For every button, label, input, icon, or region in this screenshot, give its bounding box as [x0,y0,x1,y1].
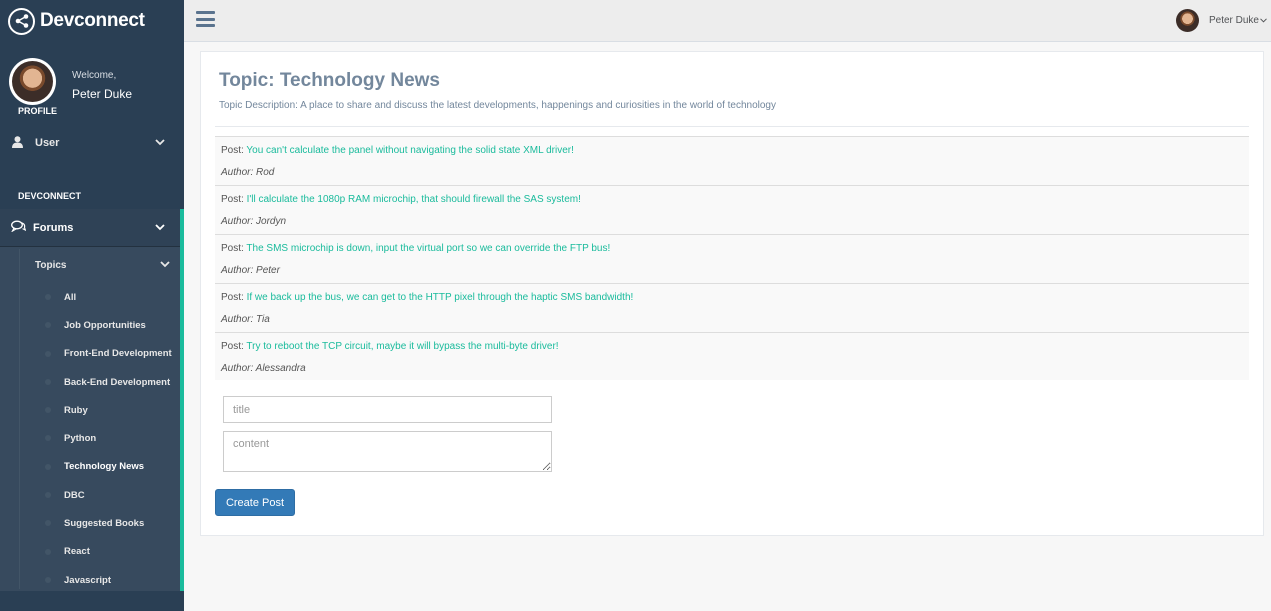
sidebar-item-topic[interactable]: Ruby [0,396,180,424]
bullet-icon [45,492,51,499]
topic-label: Python [64,433,97,445]
topic-list: All Job Opportunities Front-End Developm… [0,283,180,594]
post-link[interactable]: The SMS microchip is down, input the vir… [246,243,610,254]
post-link[interactable]: Try to reboot the TCP circuit, maybe it … [246,341,558,352]
user-name: Peter Duke [1208,15,1259,26]
post-author: Author: Jordyn [221,216,287,227]
bullet-icon [45,548,51,555]
topic-label: Job Opportunities [64,319,146,331]
sidebar-item-topic[interactable]: All [0,283,180,311]
top-nav: Peter Duke [184,0,1271,42]
bullet-icon [45,407,51,414]
bullet-icon [45,322,51,329]
sidebar-item-user[interactable]: User [0,128,184,158]
sidebar-item-forums[interactable]: Forums [0,209,180,247]
topic-label: All [64,291,77,303]
brand-name: Devconnect [40,10,145,31]
create-post-button[interactable]: Create Post [215,489,295,516]
chevron-down-icon [160,260,170,271]
post-item: Post: You can't calculate the panel with… [215,136,1249,185]
post-link[interactable]: I'll calculate the 1080p RAM microchip, … [247,194,581,205]
profile-welcome: Welcome, [72,70,117,81]
forums-menu: Forums Topics All Job Opportunities Fron… [0,209,184,591]
post-prefix: Post: [221,243,244,254]
section-label: DEVCONNECT [18,191,82,201]
bullet-icon [45,294,51,300]
content-input[interactable] [223,431,552,472]
profile-label: PROFILE [18,106,58,116]
sidebar-item-topic[interactable]: Suggested Books [0,509,180,537]
profile-avatar [9,58,56,105]
topic-label: Front-End Development [64,348,172,360]
brand[interactable]: Devconnect [0,0,184,42]
post-author: Author: Alessandra [221,363,306,374]
post-prefix: Post: [221,292,244,303]
post-list: Post: You can't calculate the panel with… [215,136,1249,380]
divider [215,126,1249,127]
sidebar-item-topic[interactable]: React [0,538,180,566]
user-dropdown[interactable]: Peter Duke [1175,9,1267,32]
post-item: Post: I'll calculate the 1080p RAM micro… [215,185,1249,234]
share-alt-icon [8,7,35,35]
chevron-down-icon [155,222,165,234]
topic-label: Suggested Books [64,518,145,530]
post-prefix: Post: [221,194,244,205]
bullet-icon [45,463,51,470]
topic-label: Ruby [64,404,88,416]
post-item: Post: The SMS microchip is down, input t… [215,234,1249,283]
topic-label: React [64,546,90,558]
sidebar-item-label: Forums [33,221,74,234]
sidebar-item-label: User [35,137,60,149]
chevron-down-icon [1260,16,1267,25]
sidebar-item-topic[interactable]: Back-End Development [0,368,180,396]
topic-label: Technology News [64,461,145,473]
sidebar-item-label: Topics [35,259,67,271]
avatar [1175,9,1199,32]
sidebar-item-topic[interactable]: Python [0,424,180,452]
sidebar-footer [0,591,184,611]
sidebar-item-topic[interactable]: DBC [0,481,180,509]
sidebar-item-topic[interactable]: Front-End Development [0,340,180,368]
bullet-icon [45,435,51,442]
post-author: Author: Rod [221,167,275,178]
profile-name: Peter Duke [72,87,133,101]
sidebar-item-topic[interactable]: Job Opportunities [0,311,180,339]
post-prefix: Post: [221,341,244,352]
hamburger-icon[interactable] [196,11,215,27]
bullet-icon [45,520,51,527]
sidebar-item-topics[interactable]: Topics [0,247,180,283]
topic-panel: Topic: Technology News Topic Description… [200,51,1264,536]
topic-label: DBC [64,489,85,501]
bullet-icon [45,576,51,583]
title-input[interactable] [223,396,552,423]
chevron-down-icon [155,137,165,149]
bullet-icon [45,350,51,357]
post-prefix: Post: [221,145,244,156]
page-title: Topic: Technology News [219,70,440,91]
topic-description: Topic Description: A place to share and … [219,100,776,111]
post-link[interactable]: You can't calculate the panel without na… [246,145,573,156]
bullet-icon [45,378,51,385]
post-author: Author: Peter [221,265,280,276]
post-item: Post: Try to reboot the TCP circuit, may… [215,332,1249,380]
post-author: Author: Tia [221,314,270,325]
post-link[interactable]: If we back up the bus, we can get to the… [247,292,634,303]
sidebar-item-topic-active[interactable]: Technology News [0,453,180,481]
user-icon [12,135,23,151]
topic-label: Back-End Development [64,376,171,388]
post-item: Post: If we back up the bus, we can get … [215,283,1249,332]
comments-icon [11,220,27,235]
sidebar: Devconnect Welcome, Peter Duke PROFILE U… [0,0,184,611]
topic-label: Javascript [64,574,112,586]
